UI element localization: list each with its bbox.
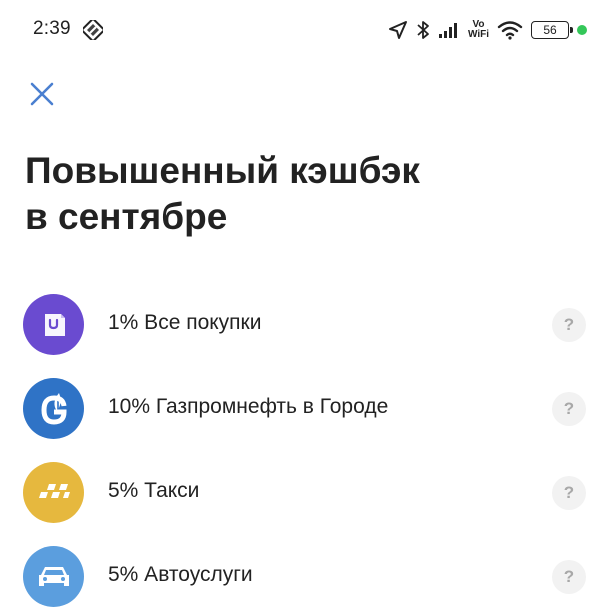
gazprom-flame-icon (23, 378, 84, 439)
cashback-item-all-purchases[interactable]: 1% Все покупки ? (0, 282, 607, 366)
help-icon: ? (563, 567, 575, 586)
vowifi-indicator: Vo WiFi (468, 20, 489, 40)
page-title-line1: Повышенный кэшбэк (25, 150, 420, 191)
cashback-item-taxi[interactable]: 5% Такси ? (0, 450, 607, 534)
help-icon: ? (563, 399, 575, 418)
help-button[interactable]: ? (552, 308, 586, 342)
status-dot (577, 25, 587, 35)
cashback-item-label: 5% Такси (108, 479, 200, 502)
help-icon: ? (563, 483, 575, 502)
cashback-item-auto-services[interactable]: 5% Автоуслуги ? (0, 534, 607, 614)
wifi-label: WiFi (467, 29, 489, 40)
battery-level: 56 (543, 23, 557, 37)
location-arrow-icon (388, 20, 408, 40)
status-icons: Vo WiFi 56 (388, 16, 587, 44)
close-icon (30, 82, 54, 106)
close-button[interactable] (26, 78, 58, 110)
cashback-item-label: 10% Газпромнефть в Городе (108, 395, 389, 418)
battery-indicator: 56 (531, 21, 573, 39)
cashback-item-label: 1% Все покупки (108, 311, 262, 334)
app-notification-icon (80, 17, 106, 43)
signal-bars-icon (438, 21, 460, 39)
status-bar: 2:39 Vo WiFi 56 (0, 0, 607, 60)
page-title: Повышенный кэшбэк в сентябре (25, 148, 565, 240)
help-button[interactable]: ? (552, 392, 586, 426)
bluetooth-icon (416, 20, 430, 40)
car-icon (23, 546, 84, 607)
help-icon: ? (563, 315, 575, 334)
help-button[interactable]: ? (552, 560, 586, 594)
shopping-bag-icon (23, 294, 84, 355)
wifi-icon (497, 20, 523, 40)
help-button[interactable]: ? (552, 476, 586, 510)
cashback-item-gazpromneft[interactable]: 10% Газпромнефть в Городе ? (0, 366, 607, 450)
page-title-line2: в сентябре (25, 196, 228, 237)
taxi-checker-icon (23, 462, 84, 523)
status-time: 2:39 (33, 18, 71, 39)
cashback-item-label: 5% Автоуслуги (108, 563, 253, 586)
